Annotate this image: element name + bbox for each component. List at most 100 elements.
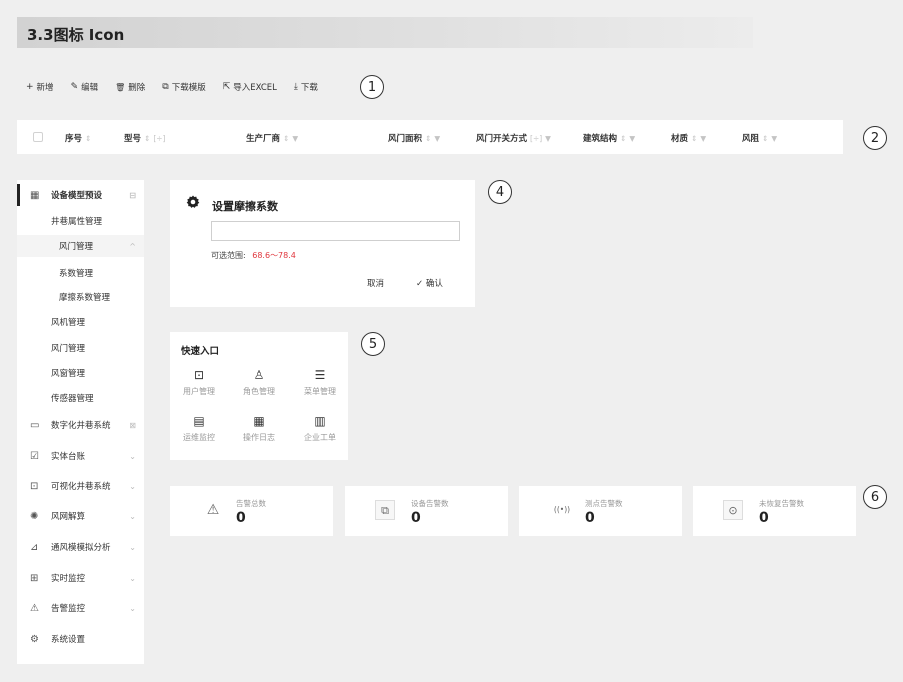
device-icon: ⧉ — [375, 500, 395, 520]
quick-work-order[interactable]: ▥ 企业工单 — [294, 413, 346, 443]
callout-6: 6 — [863, 485, 887, 509]
filter-icon[interactable]: ▼ — [771, 134, 777, 143]
stat-card-unresolved-alarms[interactable]: ⊙ 未恢复告警数 0 — [693, 486, 856, 536]
grid-icon: ▦ — [30, 189, 40, 201]
role-icon: ♙ — [253, 368, 265, 382]
column-header-index[interactable]: 序号 ⇕ — [65, 132, 91, 145]
sidebar-item-ledger[interactable]: ☑ 实体台账 ⌄ — [17, 446, 144, 466]
filter-icon[interactable]: ▼ — [292, 134, 298, 143]
stat-card-total-alarms[interactable]: ⚠ 告警总数 0 — [170, 486, 333, 536]
sidebar-item-label: 井巷属性管理 — [51, 217, 103, 227]
add-button[interactable]: + 新增 — [26, 81, 54, 93]
sort-icon[interactable]: ⇕ — [620, 134, 626, 143]
cancel-button[interactable]: 取消 — [367, 277, 384, 289]
quick-user-management[interactable]: ⊡ 用户管理 — [173, 367, 225, 397]
edit-label: 编辑 — [81, 83, 99, 93]
chevron-down-icon[interactable]: ⌄ — [129, 512, 136, 521]
toolbar: + 新增 ✎ 编辑 🗑 删除 ⧉ 下载模版 ⇱ 导入EXCEL ⤓ 下载 — [26, 80, 335, 94]
confirm-button[interactable]: ✓ 确认 — [416, 277, 443, 289]
column-label: 生产厂商 — [246, 134, 281, 144]
quick-label: 操作日志 — [243, 433, 275, 442]
check-icon: ✓ — [416, 279, 424, 289]
stat-card-point-alarms[interactable]: ((•)) 测点告警数 0 — [519, 486, 682, 536]
sidebar-item-roadway-attr[interactable]: 井巷属性管理 — [17, 211, 144, 231]
range-label: 可选范围: — [211, 251, 246, 260]
quick-label: 菜单管理 — [304, 387, 336, 396]
column-header-model[interactable]: 型号 ⇕ [÷] — [124, 132, 165, 145]
edit-button[interactable]: ✎ 编辑 — [71, 81, 99, 93]
chevron-down-icon[interactable]: ⌄ — [129, 452, 136, 461]
sidebar-item-label: 风门管理 — [59, 242, 94, 252]
range-value: 68.6～78.4 — [252, 251, 296, 260]
sidebar-item-ventilation-sim[interactable]: ⊿ 通风模模拟分析 ⌄ — [17, 537, 144, 557]
stat-label: 告警总数 — [236, 499, 266, 508]
select-all-checkbox[interactable] — [33, 132, 43, 142]
column-resize-icon[interactable]: [÷] — [153, 134, 165, 143]
filter-icon[interactable]: ▼ — [434, 134, 440, 143]
sidebar-item-air-door-2[interactable]: 风门管理 — [17, 338, 144, 358]
sidebar-item-digital-roadway[interactable]: ▭ 数字化井巷系统 ⊠ — [17, 415, 144, 435]
sidebar-item-fan[interactable]: 风机管理 — [17, 312, 144, 332]
filter-icon[interactable]: ▼ — [545, 134, 551, 143]
sort-icon[interactable]: ⇕ — [144, 134, 150, 143]
sort-icon[interactable]: ⇕ — [85, 134, 91, 143]
quick-menu-management[interactable]: ☰ 菜单管理 — [294, 367, 346, 397]
chevron-up-icon[interactable]: ^ — [129, 242, 136, 251]
settings-icon: ⚙ — [30, 633, 39, 645]
sidebar-item-sensor[interactable]: 传感器管理 — [17, 388, 144, 408]
stat-label: 设备告警数 — [411, 499, 449, 508]
sidebar-item-label: 设备模型预设 — [51, 191, 103, 201]
signal-icon: ((•)) — [553, 505, 571, 514]
collapse-icon[interactable]: ⊠ — [129, 421, 136, 430]
column-header-structure[interactable]: 建筑结构 ⇕ ▼ — [583, 132, 635, 145]
trash-icon: 🗑 — [115, 82, 126, 92]
sidebar-item-label: 告警监控 — [51, 604, 86, 614]
sort-icon[interactable]: ⇕ — [762, 134, 768, 143]
quick-entry-panel: 快速入口 ⊡ 用户管理 ♙ 角色管理 ☰ 菜单管理 ▤ 运维监控 ▦ 操作日志 … — [170, 332, 348, 460]
sidebar-item-label: 摩擦系数管理 — [59, 293, 111, 303]
import-excel-button[interactable]: ⇱ 导入EXCEL — [223, 81, 277, 93]
sort-icon[interactable]: ⇕ — [283, 134, 289, 143]
chevron-down-icon[interactable]: ⌄ — [129, 543, 136, 552]
column-header-material[interactable]: 材质 ⇕ ▼ — [671, 132, 706, 145]
quick-role-management[interactable]: ♙ 角色管理 — [233, 367, 285, 397]
sidebar-item-air-window[interactable]: 风窗管理 — [17, 363, 144, 383]
column-header-resistance[interactable]: 风阻 ⇕ ▼ — [742, 132, 777, 145]
network-icon: ✺ — [30, 510, 39, 522]
sidebar-item-air-door[interactable]: 风门管理 ^ — [17, 236, 144, 256]
delete-button[interactable]: 🗑 删除 — [115, 81, 145, 94]
stat-card-device-alarms[interactable]: ⧉ 设备告警数 0 — [345, 486, 508, 536]
ticket-icon: ▥ — [314, 414, 326, 428]
sidebar-item-settings[interactable]: ⚙ 系统设置 — [17, 629, 144, 649]
column-header-door-area[interactable]: 风门面积 ⇕ ▼ — [388, 132, 440, 145]
friction-input[interactable] — [211, 221, 460, 241]
sidebar-item-label: 系数管理 — [59, 269, 94, 279]
sidebar-item-label: 通风模模拟分析 — [51, 543, 111, 553]
sidebar-item-realtime[interactable]: ⊞ 实时监控 ⌄ — [17, 568, 144, 588]
sidebar-item-label: 风网解算 — [51, 512, 86, 522]
chevron-down-icon[interactable]: ⌄ — [129, 574, 136, 583]
sidebar-item-friction[interactable]: 摩擦系数管理 — [17, 287, 144, 307]
sidebar-item-device-model[interactable]: ▦ 设备模型预设 ⊟ — [17, 185, 144, 205]
download-button[interactable]: ⤓ 下载 — [294, 81, 318, 93]
quick-operation-log[interactable]: ▦ 操作日志 — [233, 413, 285, 443]
chevron-down-icon[interactable]: ⌄ — [129, 482, 136, 491]
monitor-icon: ▭ — [30, 419, 40, 431]
column-header-switch-mode[interactable]: 风门开关方式 [÷] ▼ — [476, 132, 551, 145]
filter-icon[interactable]: ▼ — [700, 134, 706, 143]
sort-icon[interactable]: ⇕ — [691, 134, 697, 143]
sidebar-item-coefficient[interactable]: 系数管理 — [17, 263, 144, 283]
sort-icon[interactable]: ⇕ — [425, 134, 431, 143]
quick-ops-monitor[interactable]: ▤ 运维监控 — [173, 413, 225, 443]
chevron-down-icon[interactable]: ⌄ — [129, 604, 136, 613]
collapse-icon[interactable]: ⊟ — [129, 191, 136, 200]
column-resize-icon[interactable]: [÷] — [530, 134, 542, 143]
column-header-manufacturer[interactable]: 生产厂商 ⇕ ▼ — [246, 132, 298, 145]
sidebar-item-visual-roadway[interactable]: ⊡ 可视化井巷系统 ⌄ — [17, 476, 144, 496]
stat-value: 0 — [585, 510, 595, 526]
download-template-button[interactable]: ⧉ 下载模版 — [162, 81, 205, 93]
calendar-icon: ▦ — [253, 414, 265, 428]
sidebar-item-alarm[interactable]: ⚠ 告警监控 ⌄ — [17, 598, 144, 618]
sidebar-item-network-solve[interactable]: ✺ 风网解算 ⌄ — [17, 506, 144, 526]
filter-icon[interactable]: ▼ — [629, 134, 635, 143]
